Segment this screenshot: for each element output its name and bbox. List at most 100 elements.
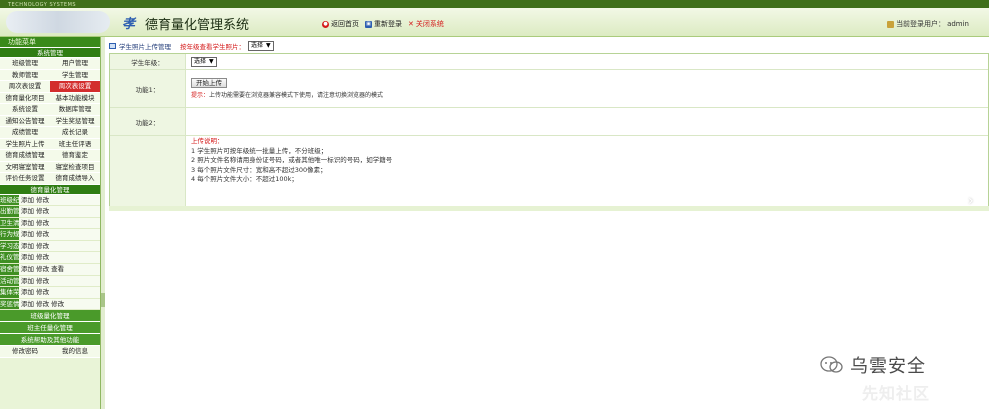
tip-text: 上传功能需要在浏览器兼容模式下使用，请注意切换浏览器的模式 [209,92,384,99]
quant-row: 奖惩情况添加 修改 修改 [0,298,100,311]
bottom-menu-grid: 修改密码 我的信息 [0,346,100,358]
chevron-down-icon: ▼ [209,58,214,65]
quant-row: 宿舍管理添加 修改 查看 [0,264,100,276]
instruction-item: 3 每个照片文件尺寸：宽和高不超过300像素； [191,165,327,174]
user-info: 当前登录用户： admin [887,19,969,29]
quant-row-tag[interactable]: 卫生清洁 [0,217,19,229]
quant-row: 学习态度添加 修改 [0,240,100,253]
upload-tip: 提示：上传功能需要在浏览器兼容模式下使用，请注意切换浏览器的模式 [191,90,383,99]
system-menu-grid: 班级管理 用户管理 教师管理 学生管理 周次表设置 周次表设置 德育量化项目 基… [0,58,100,185]
quant-row: 集体荣誉添加 修改 [0,287,100,299]
menu-item[interactable]: 教师管理 [0,69,50,81]
instructions-label-cell [110,136,186,207]
quant-row: 礼仪管理添加 修改 [0,252,100,265]
quant-row-actions[interactable]: 添加 修改 修改 [19,299,64,310]
quant-row-actions[interactable]: 添加 修改 [19,241,49,252]
instruction-item: 4 每个照片文件大小：不超过100k； [191,175,298,183]
func1-label: 功能1： [110,70,186,107]
section-teacher-quant[interactable]: 班主任量化管理 [0,322,100,335]
menu-item[interactable]: 通知公告管理 [0,115,50,127]
menu-item[interactable]: 德育鉴定 [50,150,100,162]
quant-row: 班级纪律添加 修改 [0,194,100,207]
change-password-item[interactable]: 修改密码 [0,346,50,358]
grade-select[interactable]: 选择 ▼ [191,57,217,67]
menu-item[interactable]: 周次表设置 [0,81,50,93]
quant-row-tag[interactable]: 礼仪管理 [0,252,19,264]
home-link[interactable]: ● 返回首页 [322,19,359,29]
quant-row-actions[interactable]: 添加 修改 [19,276,49,287]
menu-item[interactable]: 用户管理 [50,58,100,70]
watermark: 乌雲安全 [820,352,926,378]
menu-item[interactable]: 班级管理 [0,58,50,70]
relogin-icon: ▣ [365,20,372,28]
app-title: 德育量化管理系统 [145,18,250,33]
quant-row-actions[interactable]: 添加 修改 查看 [19,264,64,275]
moral-quant-list: 班级纪律添加 修改 出勤管理添加 修改 卫生清洁添加 修改 行为规范添加 修改 … [0,194,100,311]
page-title: 学生照片上传管理 [119,43,171,51]
menu-item[interactable]: 学生奖惩管理 [50,115,100,127]
top-strip: TECHNOLOGY SYSTEMS [0,0,989,8]
close-system-link[interactable]: ✕ 关闭系统 [408,19,444,29]
quant-row-tag[interactable]: 学习态度 [0,240,19,252]
menu-item[interactable]: 德育成绩管理 [0,150,50,162]
menu-item-active[interactable]: 周次表设置 [50,81,100,93]
quant-row-actions[interactable]: 添加 修改 [19,195,49,206]
home-icon: ● [322,20,329,28]
menu-item[interactable]: 德育成绩导入 [50,173,100,185]
quant-row-tag[interactable]: 活动管理 [0,275,19,287]
menu-item[interactable]: 数据库管理 [50,104,100,116]
quant-row-tag[interactable]: 班级纪律 [0,194,19,206]
menu-item[interactable]: 成长记录 [50,127,100,139]
user-label: 当前登录用户： [896,20,946,28]
grade-row: 学生年级： 选择 ▼ [110,54,988,70]
section-help[interactable]: 系统帮助及其他功能 [0,334,100,347]
func1-row: 功能1： 开始上传 提示：上传功能需要在浏览器兼容模式下使用，请注意切换浏览器的… [110,70,988,108]
section-system[interactable]: 系统管理 [0,48,100,58]
quant-row-actions[interactable]: 添加 修改 [19,252,49,263]
close-icon: ✕ [408,20,414,28]
quant-row-tag[interactable]: 集体荣誉 [0,287,19,298]
quant-row-actions[interactable]: 添加 修改 [19,287,49,298]
section-class-quant[interactable]: 班级量化管理 [0,310,100,323]
quant-row: 活动管理添加 修改 [0,275,100,288]
menu-item[interactable]: 系统设置 [0,104,50,116]
user-name: admin [947,20,969,28]
header: 孝 德育量化管理系统 ● 返回首页 ▣ 重新登录 ✕ 关闭系统 当前登录用户： adm… [0,8,989,37]
quant-row-tag[interactable]: 出勤管理 [0,206,19,217]
menu-item[interactable]: 基本功能模块 [50,92,100,104]
quant-row-actions[interactable]: 添加 修改 [19,229,49,240]
menu-item[interactable]: 评价任务设置 [0,173,50,185]
quant-row-tag[interactable]: 宿舍管理 [0,264,19,275]
menu-item[interactable]: 寝室检查项目 [50,161,100,173]
quant-row-tag[interactable]: 行为规范 [0,229,19,240]
section-moral-quant[interactable]: 德育量化管理 [0,184,100,195]
watermark-text: 乌雲安全 [850,356,926,377]
breadcrumb: 学生照片上传管理 按年级查看学生照片： 选择 ▼ [109,40,274,52]
instruction-item: 2 照片文件名称请用身份证号码，或者其他唯一标识的号码，如学籍号 [191,156,393,164]
logo-icon: 孝 [122,17,136,32]
start-upload-button[interactable]: 开始上传 [191,78,227,88]
quant-row-tag[interactable]: 奖惩情况 [0,298,19,310]
my-info-item[interactable]: 我的信息 [50,346,100,358]
menu-item[interactable]: 德育量化项目 [0,92,50,104]
chevron-down-icon: ▼ [266,42,271,49]
sidebar-title: 功能菜单 [0,37,100,48]
grade-filter-select[interactable]: 选择 ▼ [248,41,274,51]
wechat-icon [820,356,843,373]
menu-item[interactable]: 学生管理 [50,69,100,81]
grade-filter-label: 按年级查看学生照片： [180,43,245,51]
quant-row-actions[interactable]: 添加 修改 [19,218,49,229]
menu-item[interactable]: 成绩管理 [0,127,50,139]
func1-value: 开始上传 提示：上传功能需要在浏览器兼容模式下使用，请注意切换浏览器的模式 [191,78,383,99]
quant-row-actions[interactable]: 添加 修改 [19,206,49,217]
instructions-row: 上传说明： 1 学生照片可按年级统一批量上传，不分班级； 2 照片文件名称请用身… [110,136,988,207]
menu-item[interactable]: 班主任评语 [50,138,100,150]
tip-prefix: 提示： [191,92,210,99]
relogin-link[interactable]: ▣ 重新登录 [365,19,402,29]
menu-item[interactable]: 文明寝室管理 [0,161,50,173]
upload-instructions: 上传说明： 1 学生照片可按年级统一批量上传，不分班级； 2 照片文件名称请用身… [191,137,392,185]
sidebar: 功能菜单 系统管理 班级管理 用户管理 教师管理 学生管理 周次表设置 周次表设… [0,37,101,409]
blurred-logo [6,11,110,33]
upload-form: 学生年级： 选择 ▼ 功能1： 开始上传 提示：上传功能需要在浏览器兼容模式下使用… [109,53,989,210]
menu-item[interactable]: 学生照片上传 [0,138,50,150]
